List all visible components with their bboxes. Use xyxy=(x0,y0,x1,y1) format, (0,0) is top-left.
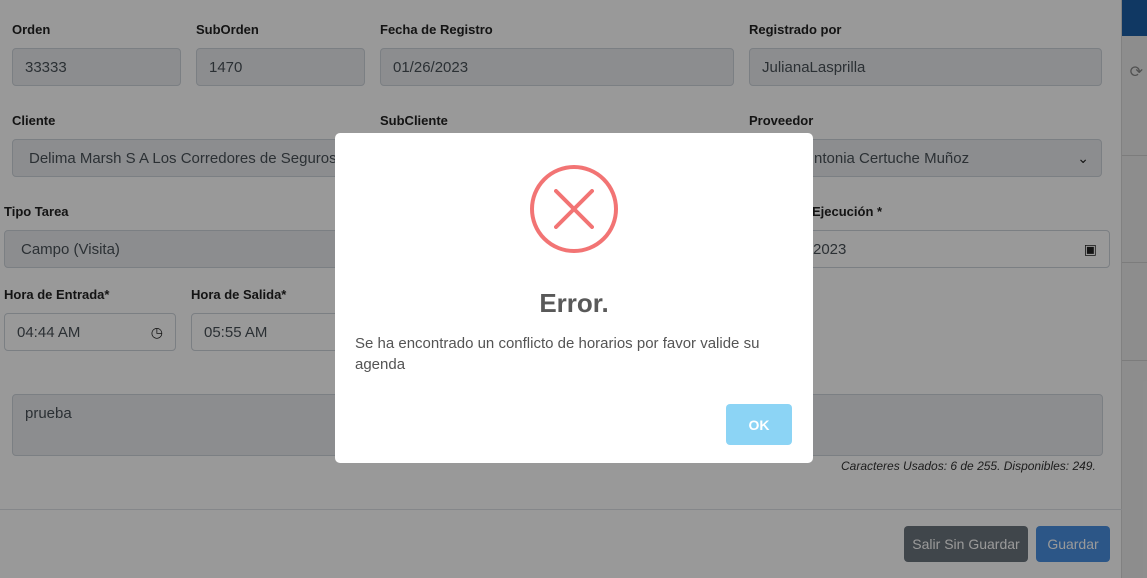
ok-button[interactable]: OK xyxy=(726,404,792,445)
alert-title: Error. xyxy=(539,288,609,318)
error-x-icon xyxy=(530,165,618,253)
alert-message: Se ha encontrado un conflicto de horario… xyxy=(355,335,760,373)
error-alert-dialog: Error. Se ha encontrado un conflicto de … xyxy=(335,133,813,463)
